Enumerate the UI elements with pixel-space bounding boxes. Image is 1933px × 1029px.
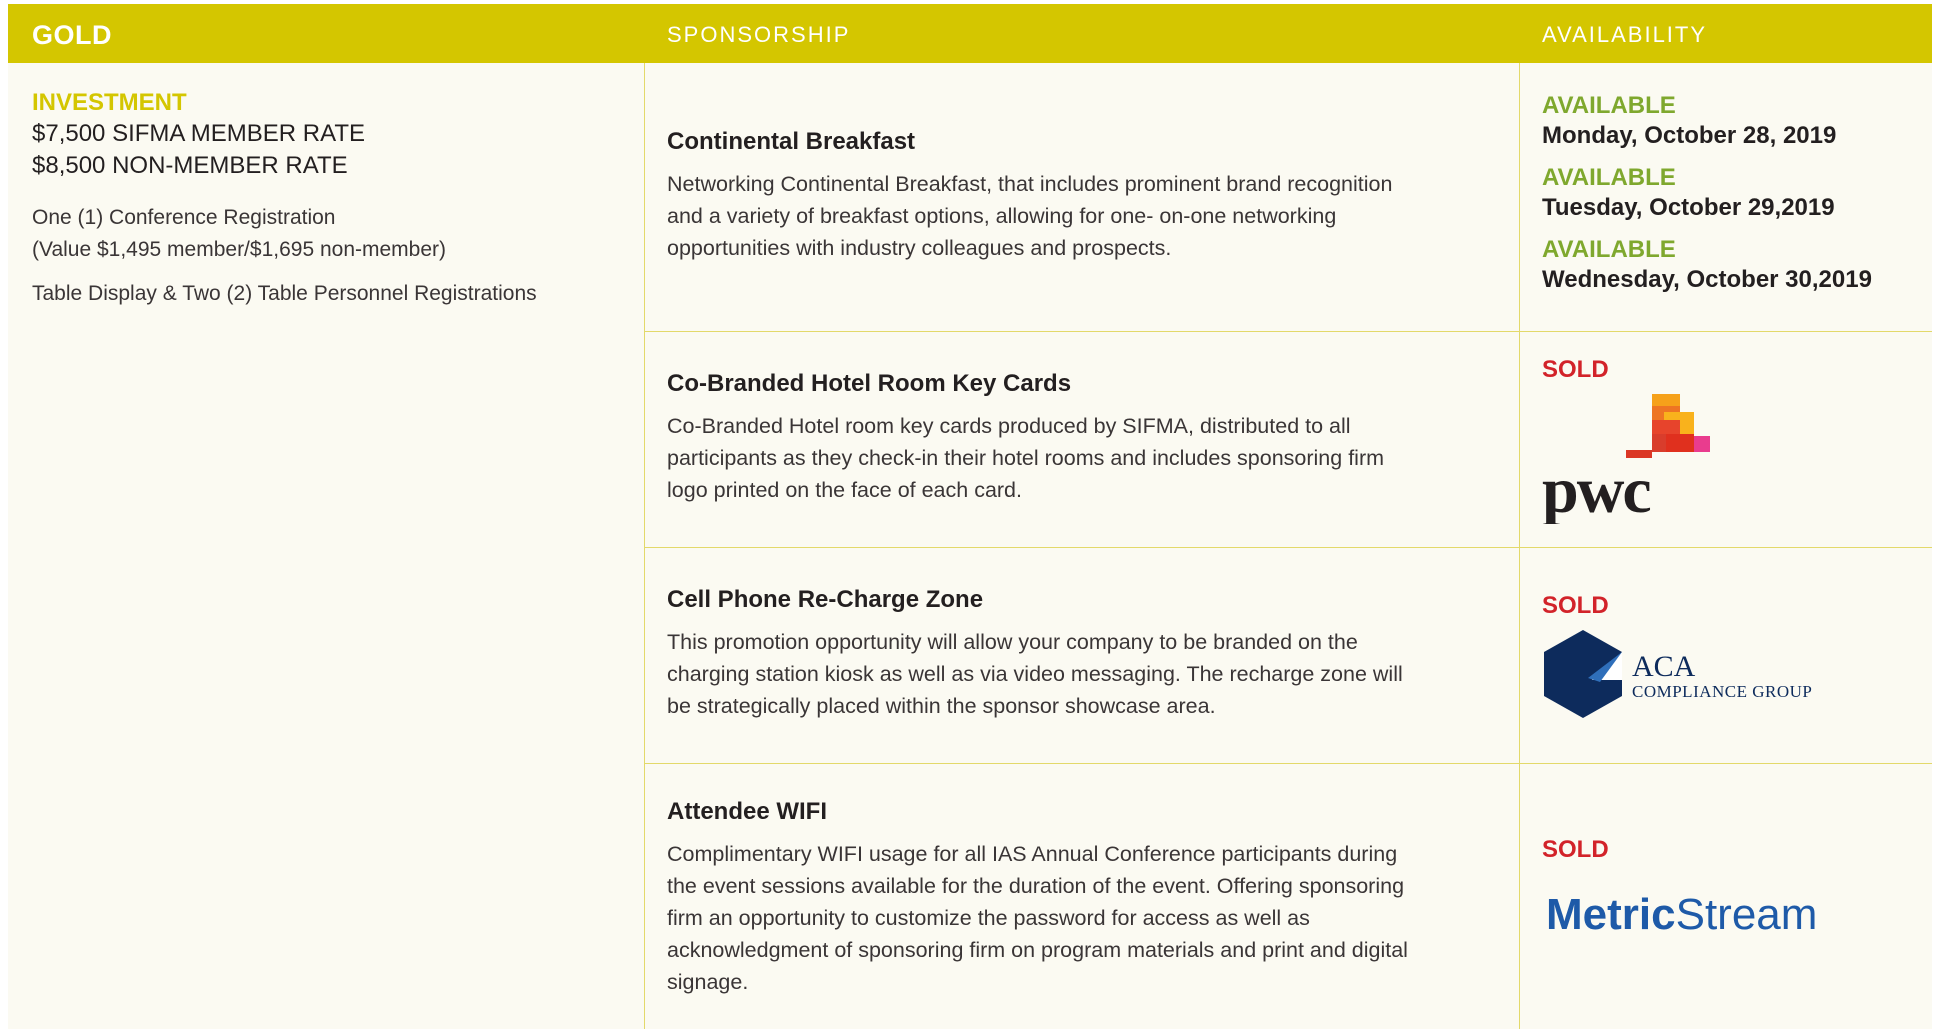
availability-status: AVAILABLE: [1542, 92, 1676, 119]
availability-list: AVAILABLE Monday, October 28, 2019 AVAIL…: [1542, 92, 1872, 308]
nonmember-rate: $8,500 NON-MEMBER RATE: [32, 152, 348, 179]
column-divider: [1519, 63, 1520, 1029]
aca-logo-text: ACA: [1632, 650, 1696, 683]
sponsorship-item: Cell Phone Re-Charge Zone This promotion…: [667, 584, 1507, 722]
availability-date: Tuesday, October 29,2019: [1542, 194, 1835, 221]
description-line: Co-Branded Hotel room key cards produced…: [667, 414, 1351, 438]
table-header: GOLD SPONSORSHIP AVAILABILITY: [8, 4, 1932, 63]
availability-status: AVAILABLE: [1542, 164, 1676, 191]
aca-compliance-group-logo: ACA COMPLIANCE GROUP: [1542, 628, 1862, 724]
investment-label: INVESTMENT: [32, 89, 187, 116]
description-line: Networking Continental Breakfast, that i…: [667, 172, 1393, 196]
availability-date: Wednesday, October 30,2019: [1542, 266, 1872, 293]
description-line: logo printed on the face of each card.: [667, 478, 1022, 502]
metricstream-logo: MetricStream: [1546, 890, 1817, 940]
sponsorship-item: Continental Breakfast Networking Contine…: [667, 126, 1507, 264]
sponsorship-column-heading: SPONSORSHIP: [667, 22, 851, 47]
description-line: the event sessions available for the dur…: [667, 874, 1405, 898]
description-line: firm an opportunity to customize the pas…: [667, 906, 1310, 930]
availability-column-heading: AVAILABILITY: [1542, 22, 1708, 47]
description-line: opportunities with industry colleagues a…: [667, 236, 1172, 260]
sponsorship-table: GOLD SPONSORSHIP AVAILABILITY INVESTMENT…: [8, 4, 1932, 1029]
sponsorship-title: Cell Phone Re-Charge Zone: [667, 586, 984, 613]
pwc-logo: pwc: [1542, 394, 1710, 524]
description-line: and a variety of breakfast options, allo…: [667, 204, 1337, 228]
description-line: participants as they check-in their hote…: [667, 446, 1385, 470]
availability-status: AVAILABLE: [1542, 236, 1676, 263]
row-divider: [644, 763, 1932, 764]
column-divider: [644, 63, 645, 1029]
tier-heading: GOLD: [32, 20, 112, 50]
description-line: Complimentary WIFI usage for all IAS Ann…: [667, 842, 1398, 866]
sponsorship-title: Co-Branded Hotel Room Key Cards: [667, 370, 1072, 397]
aca-emblem-icon: [1544, 630, 1622, 718]
description-line: charging station kiosk as well as via vi…: [667, 662, 1403, 686]
sponsorship-title: Attendee WIFI: [667, 798, 827, 825]
availability-date: Monday, October 28, 2019: [1542, 122, 1837, 149]
sponsorship-title: Continental Breakfast: [667, 128, 916, 155]
description-line: be strategically placed within the spons…: [667, 694, 1216, 718]
metricstream-logo-part-1: Metric: [1546, 890, 1676, 939]
sponsorship-item: Co-Branded Hotel Room Key Cards Co-Brand…: [667, 368, 1507, 506]
aca-logo-subtext: COMPLIANCE GROUP: [1632, 682, 1813, 701]
investment-block: INVESTMENT $7,500 SIFMA MEMBER RATE $8,5…: [32, 88, 632, 310]
sold-status: SOLD: [1542, 592, 1609, 619]
sold-status: SOLD: [1542, 836, 1609, 863]
description-line: acknowledgment of sponsoring firm on pro…: [667, 938, 1408, 962]
svg-text:pwc: pwc: [1542, 454, 1650, 524]
benefit-table-display: Table Display & Two (2) Table Personnel …: [32, 282, 537, 305]
benefit-registration-value: (Value $1,495 member/$1,695 non-member): [32, 238, 447, 261]
sponsorship-item: Attendee WIFI Complimentary WIFI usage f…: [667, 796, 1507, 998]
row-divider: [644, 331, 1932, 332]
member-rate: $7,500 SIFMA MEMBER RATE: [32, 120, 365, 147]
sold-status: SOLD: [1542, 356, 1609, 383]
metricstream-logo-part-2: Stream: [1675, 890, 1818, 939]
row-divider: [644, 547, 1932, 548]
benefit-registration: One (1) Conference Registration: [32, 206, 336, 229]
description-line: signage.: [667, 970, 749, 994]
description-line: This promotion opportunity will allow yo…: [667, 630, 1358, 654]
